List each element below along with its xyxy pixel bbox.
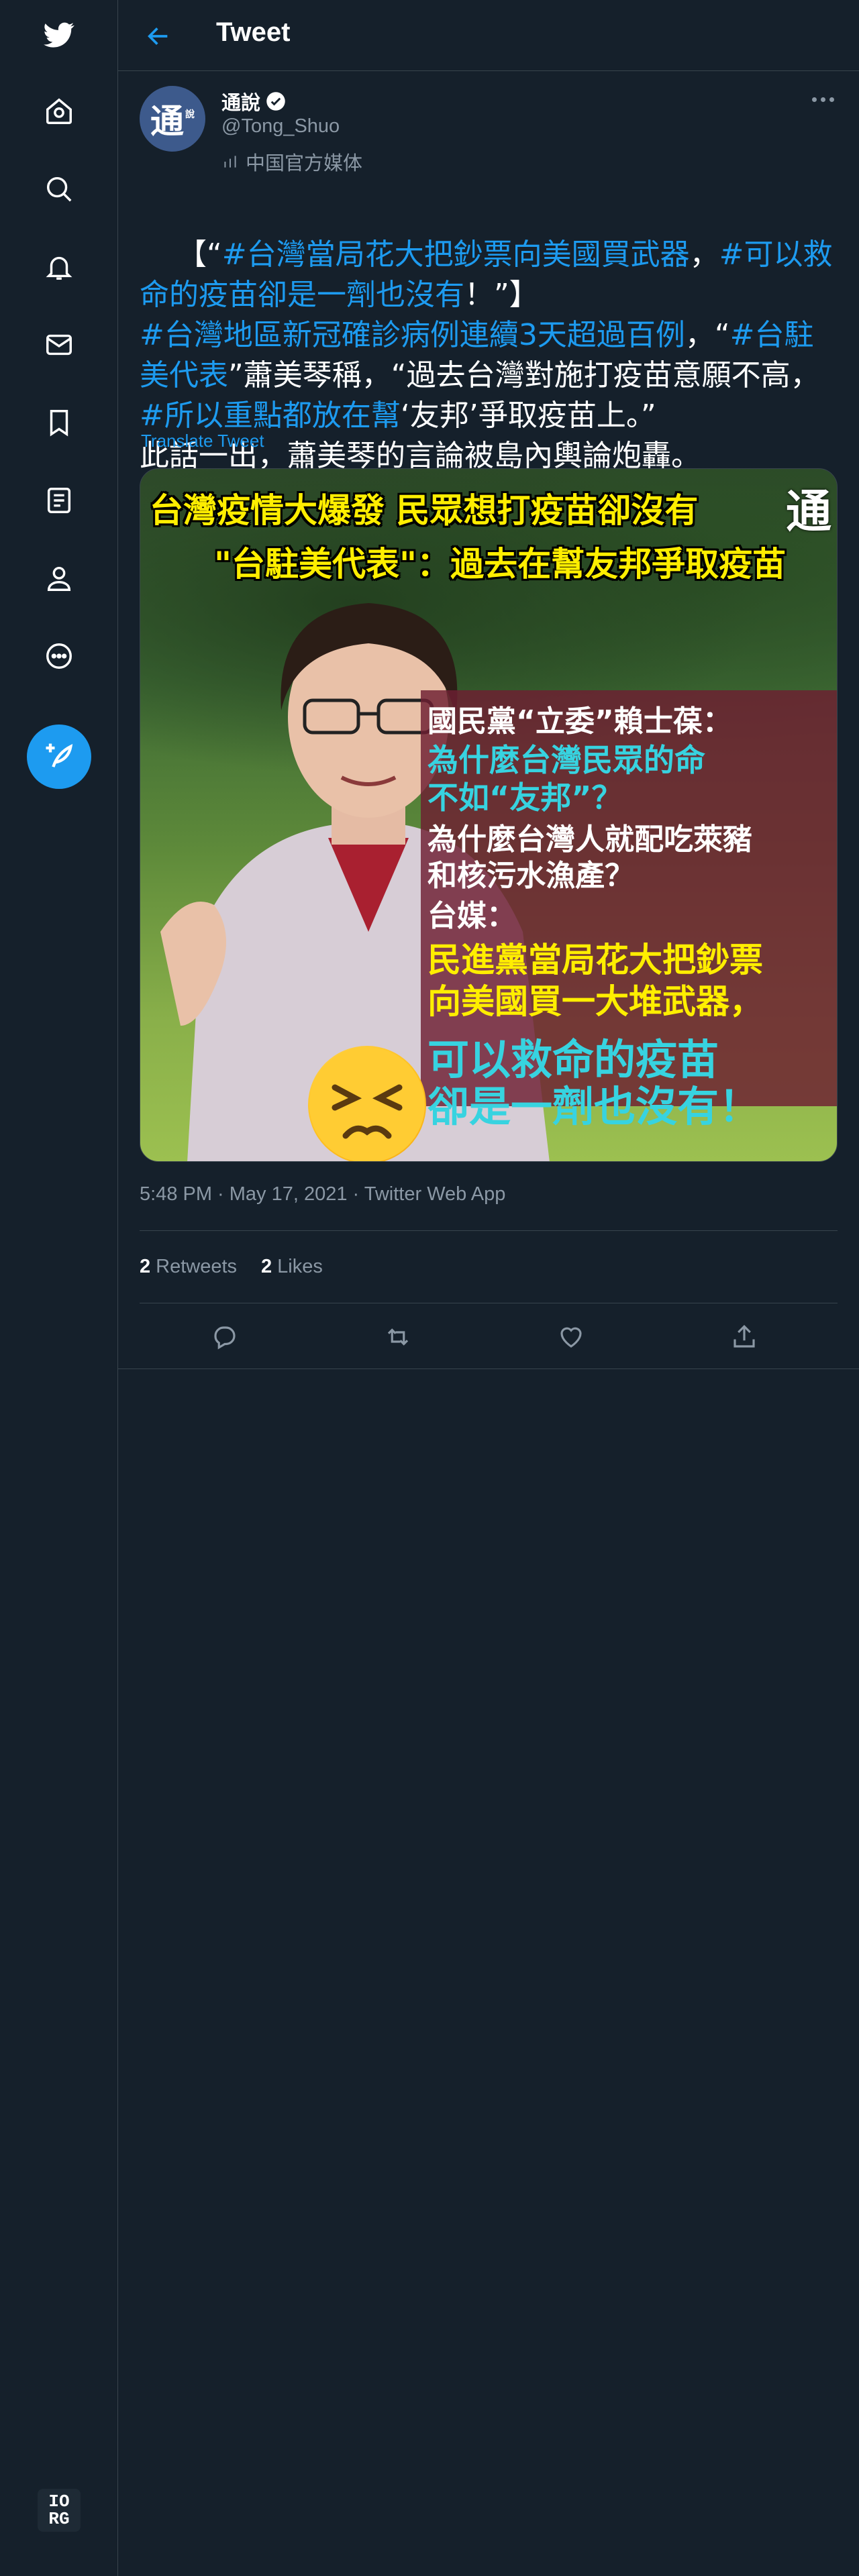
panel-line: 向美國買一大堆武器， (427, 982, 763, 1021)
quote-panel: 國民黨“立委”賴士葆： 為什麼台灣民眾的命 不如“友邦”？ 為什麼台灣人就配吃萊… (421, 690, 837, 1131)
retweets-label: Retweets (156, 1256, 238, 1277)
panel-line: 卻是一劑也沒有！ (427, 1082, 761, 1131)
panel-line: 不如“友邦”？ (427, 780, 623, 816)
heart-icon (560, 1327, 582, 1348)
explore-icon[interactable] (38, 168, 81, 211)
tweet-actions (140, 1313, 838, 1360)
avatar-glyph: 通 (150, 101, 184, 141)
retweets-stat[interactable]: 2 Retweets (140, 1256, 237, 1278)
author-name[interactable]: 通說 (221, 87, 286, 115)
share-icon (734, 1325, 755, 1348)
reply-button[interactable] (208, 1320, 242, 1354)
messages-icon[interactable] (38, 323, 81, 366)
avatar-small-glyph: 說 (185, 109, 195, 120)
tweet-text-segment: 【“ (176, 237, 222, 272)
likes-count: 2 (261, 1256, 272, 1277)
image-caption-line2: "台駐美代表"：過去在幫友邦爭取疫苗 (214, 545, 787, 584)
divider (140, 1230, 838, 1231)
tweet-text-segment: ！”】 (464, 278, 539, 312)
tweet-text-segment: ，“ (685, 318, 730, 352)
tweet-stats: 2 Retweets 2 Likes (140, 1256, 323, 1278)
persevering-face-emoji-icon (308, 1046, 426, 1161)
hashtag-link[interactable]: #所以重點都放在幫 (140, 398, 401, 433)
more-dot-icon (820, 97, 825, 102)
tweet-text-segment: ， (689, 237, 719, 272)
divider (118, 1368, 859, 1369)
likes-stat[interactable]: 2 Likes (261, 1256, 323, 1278)
state-media-text: 中国官方媒体 (246, 153, 363, 174)
watermark-logo: 通 (786, 485, 832, 539)
iorg-badge: IO RG (38, 2489, 81, 2532)
twitter-logo-icon[interactable] (38, 13, 81, 56)
iorg-line1: IO (48, 2491, 70, 2512)
tweet-timestamp[interactable]: 5:48 PM · May 17, 2021 · Twitter Web App (140, 1183, 505, 1205)
panel-line: 台媒： (427, 899, 516, 933)
iorg-line2: RG (48, 2509, 70, 2529)
page-title: Tweet (216, 17, 291, 47)
hashtag-link[interactable]: #台灣地區新冠確診病例連續3天超過百例 (140, 318, 685, 352)
hashtag-link[interactable]: #台灣當局花大把鈔票向美國買武器 (222, 237, 690, 272)
tweet-image[interactable]: 台灣疫情大爆發 民眾想打疫苗卻沒有 "台駐美代表"：過去在幫友邦爭取疫苗 通 國… (140, 468, 838, 1162)
state-media-icon (224, 156, 236, 168)
state-media-label[interactable]: 中国官方媒体 (221, 148, 362, 176)
image-caption-line1: 台灣疫情大爆發 民眾想打疫苗卻沒有 (150, 491, 699, 530)
likes-label: Likes (277, 1256, 323, 1277)
home-icon[interactable] (38, 90, 81, 133)
author-handle[interactable]: @Tong_Shuo (221, 115, 340, 138)
more-icon[interactable] (38, 635, 81, 678)
page-header: Tweet (118, 0, 859, 71)
more-dot-icon (829, 97, 834, 102)
share-button[interactable] (727, 1320, 761, 1354)
retweet-button[interactable] (381, 1320, 415, 1354)
tweet-text-segment: ”蕭美琴稱，“過去台灣對施打疫苗意願不高， (228, 358, 820, 392)
back-button[interactable] (142, 20, 174, 52)
reply-icon (214, 1326, 236, 1350)
avatar[interactable]: 通說 (140, 86, 205, 152)
verified-badge-icon (266, 92, 285, 111)
main-column: Tweet 通說 通說 @Tong_Shuo 中国官方媒体 【“#台灣當局花大把… (118, 0, 859, 2576)
translate-tweet-link[interactable]: Translate Tweet (141, 431, 264, 451)
like-button[interactable] (554, 1320, 588, 1354)
notifications-icon[interactable] (38, 246, 81, 288)
retweet-icon (387, 1328, 409, 1346)
arrow-left-icon (148, 28, 168, 45)
panel-line: 和核污水漁產？ (427, 859, 634, 893)
author-name-text: 通說 (221, 93, 261, 114)
more-options-button[interactable] (805, 87, 840, 111)
profile-icon[interactable] (38, 557, 81, 600)
more-dot-icon (811, 97, 817, 102)
feather-plus-icon (46, 743, 73, 767)
bookmarks-icon[interactable] (38, 401, 81, 444)
retweets-count: 2 (140, 1256, 151, 1277)
compose-tweet-button[interactable] (27, 724, 91, 789)
left-nav-rail: IO RG (0, 0, 118, 2576)
lists-icon[interactable] (38, 479, 81, 522)
panel-line: 國民黨“立委”賴士葆： (427, 704, 732, 739)
